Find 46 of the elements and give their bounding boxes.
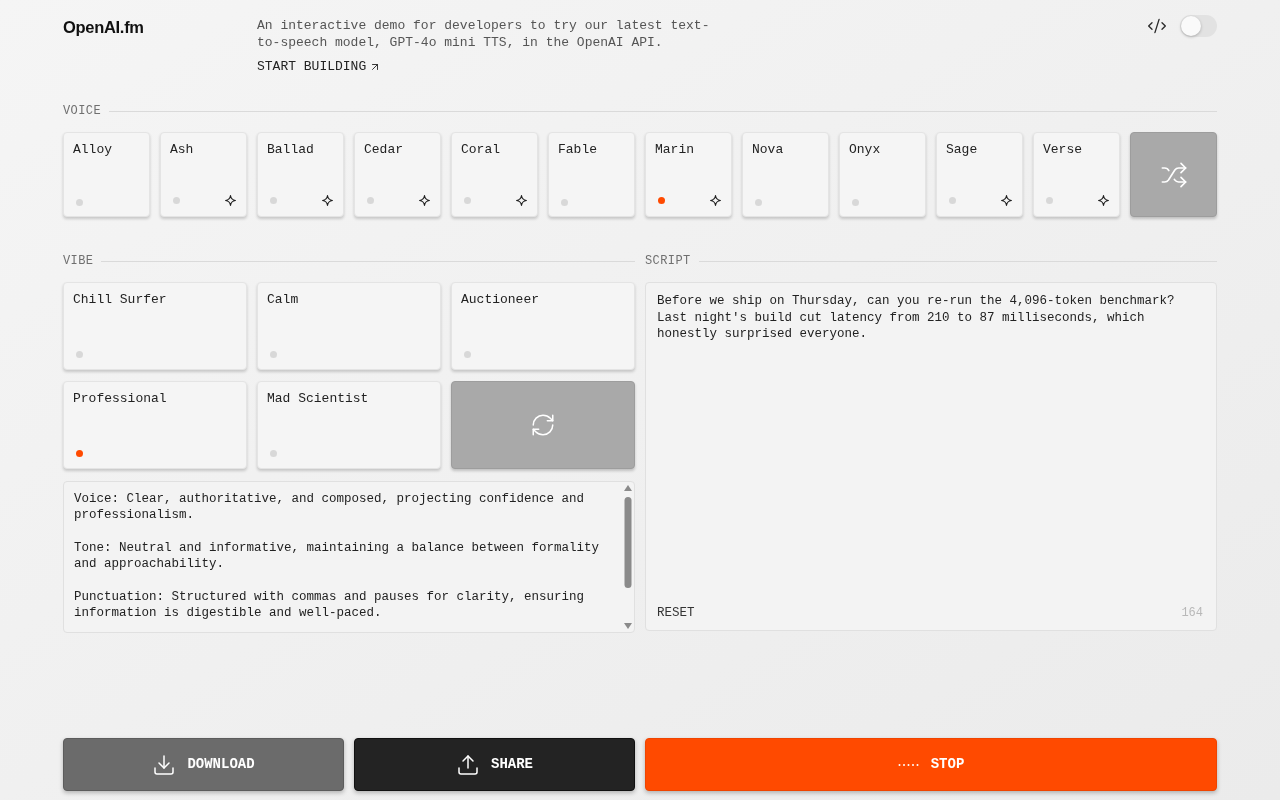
voice-option[interactable]: Marin xyxy=(645,132,732,217)
sparkle-icon xyxy=(1098,195,1109,206)
voice-option[interactable]: Coral xyxy=(451,132,538,217)
description-text: An interactive demo for developers to try our latest text-to-speech model, GPT-4o mini TTS, in the OpenAI API. xyxy=(257,17,711,51)
vibe-option[interactable]: Professional xyxy=(63,381,247,469)
refresh-icon xyxy=(530,412,556,438)
voice-option[interactable]: Ballad xyxy=(257,132,344,217)
sparkle-icon xyxy=(225,195,236,206)
vibe-option[interactable]: Mad Scientist xyxy=(257,381,441,469)
voice-option[interactable]: Alloy xyxy=(63,132,150,217)
character-count: 164 xyxy=(1181,605,1203,621)
code-toggle-switch[interactable] xyxy=(1180,15,1217,37)
voice-option[interactable]: Sage xyxy=(936,132,1023,217)
sparkle-icon xyxy=(516,195,527,206)
reset-button[interactable]: RESET xyxy=(657,605,695,621)
shuffle-button[interactable] xyxy=(1130,132,1217,217)
sparkle-icon xyxy=(1001,195,1012,206)
vibe-option[interactable]: Chill Surfer xyxy=(63,282,247,370)
share-button[interactable]: SHARE xyxy=(354,738,635,791)
script-text: Before we ship on Thursday, can you re-run the 4,096-token benchmark? Last night's build cut latency from 210 to 87 milliseconds, which honestly surprised everyone. xyxy=(657,293,1176,343)
logo: OpenAI.fm xyxy=(63,18,144,36)
sparkle-icon xyxy=(419,195,430,206)
scrollbar[interactable] xyxy=(623,485,632,629)
voice-option[interactable]: Cedar xyxy=(354,132,441,217)
code-icon[interactable] xyxy=(1147,16,1167,36)
vibe-instructions-field[interactable] xyxy=(63,481,635,633)
voice-option[interactable]: Verse xyxy=(1033,132,1120,217)
sparkle-icon xyxy=(322,195,333,206)
download-icon xyxy=(152,752,177,777)
voice-option[interactable]: Nova xyxy=(742,132,829,217)
voice-option[interactable]: Fable xyxy=(548,132,635,217)
vibe-option[interactable]: Calm xyxy=(257,282,441,370)
shuffle-icon xyxy=(1159,160,1188,189)
upload-icon xyxy=(456,752,480,777)
section-label: VIBE xyxy=(63,253,94,269)
script-field[interactable]: Before we ship on Thursday, can you re-run the 4,096-token benchmark? Last night's build cut latency from 210 to 87 milliseconds, which honestly surprised everyone. RESET 164 xyxy=(645,282,1217,631)
voice-option[interactable]: Onyx xyxy=(839,132,926,217)
section-label: SCRIPT xyxy=(645,253,691,269)
vibe-instructions-text: Voice: Clear, authoritative, and composed, projecting confidence and professionalism. Tone: Neutral and informative, maintaining a balance between formality and approachability. Punctuation: Structured with commas and pauses for clarity, ensuring information is digestible and well-paced. xyxy=(74,491,601,622)
voice-option[interactable]: Ash xyxy=(160,132,247,217)
dots-icon xyxy=(897,763,920,766)
start-building-link[interactable]: START BUILDING xyxy=(257,59,723,75)
sparkle-icon xyxy=(710,195,721,206)
download-button[interactable]: DOWNLOAD xyxy=(63,738,344,791)
vibe-option[interactable]: Auctioneer xyxy=(451,282,635,370)
section-label: VOICE xyxy=(63,103,101,119)
